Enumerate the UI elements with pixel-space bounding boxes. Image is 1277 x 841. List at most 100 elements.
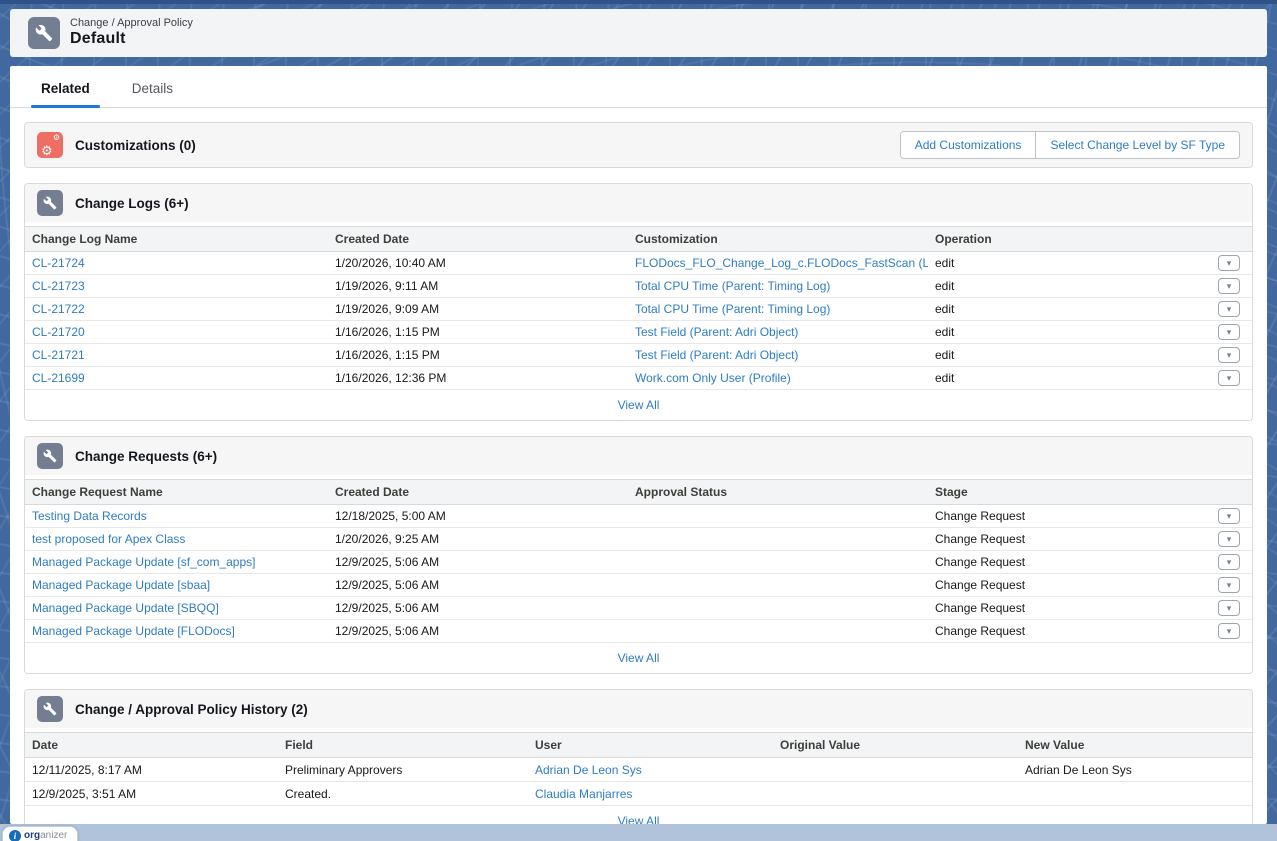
customization-link[interactable]: FLODocs_FLO_Change_Log_c.FLODocs_FastSca… (635, 256, 928, 270)
table-row: Managed Package Update [SBQQ] 12/9/2025,… (25, 597, 1252, 620)
date-cell: 12/9/2025, 3:51 AM (25, 787, 278, 801)
customization-link[interactable]: Work.com Only User (Profile) (635, 371, 791, 385)
created-date-cell: 1/19/2026, 9:11 AM (328, 279, 628, 293)
customization-link[interactable]: Test Field (Parent: Adri Object) (635, 348, 798, 362)
table-row: Managed Package Update [FLODocs] 12/9/20… (25, 620, 1252, 643)
table-row: 12/11/2025, 8:17 AM Preliminary Approver… (25, 758, 1252, 782)
policy-history-title: Change / Approval Policy History (2) (75, 702, 308, 717)
tab-details[interactable]: Details (122, 81, 183, 107)
table-row: CL-21721 1/16/2026, 1:15 PM Test Field (… (25, 344, 1252, 367)
wrench-icon (37, 443, 63, 469)
row-actions-button[interactable]: ▾ (1218, 255, 1240, 271)
view-all-link[interactable]: View All (618, 814, 660, 824)
customizations-card: ⚙ ⚙ Customizations (0) Add Customization… (24, 122, 1253, 168)
stage-cell: Change Request (928, 601, 1200, 615)
change-log-link[interactable]: CL-21720 (32, 325, 85, 339)
change-log-link[interactable]: CL-21722 (32, 302, 85, 316)
operation-cell: edit (928, 348, 1200, 362)
created-date-cell: 1/19/2026, 9:09 AM (328, 302, 628, 316)
change-request-link[interactable]: Managed Package Update [FLODocs] (32, 624, 235, 638)
table-row: Managed Package Update [sf_com_apps] 12/… (25, 551, 1252, 574)
chevron-down-icon: ▾ (1227, 512, 1232, 521)
column-header: Created Date (328, 485, 628, 499)
change-request-link[interactable]: Managed Package Update [sbaa] (32, 578, 210, 592)
created-date-cell: 1/20/2026, 10:40 AM (328, 256, 628, 270)
row-actions-button[interactable]: ▾ (1218, 600, 1240, 616)
change-requests-card: Change Requests (6+) Change Request Name… (24, 436, 1253, 674)
user-link[interactable]: Claudia Manjarres (535, 787, 632, 801)
customizations-title: Customizations (0) (75, 138, 196, 153)
date-cell: 12/11/2025, 8:17 AM (25, 763, 278, 777)
column-header: New Value (1018, 738, 1252, 752)
change-request-link[interactable]: Managed Package Update [sf_com_apps] (32, 555, 255, 569)
field-cell: Preliminary Approvers (278, 763, 528, 777)
view-all-link[interactable]: View All (618, 651, 660, 665)
row-actions-button[interactable]: ▾ (1218, 508, 1240, 524)
organizer-label: organizer (24, 831, 67, 841)
user-link[interactable]: Adrian De Leon Sys (535, 763, 642, 777)
change-request-link[interactable]: Managed Package Update [SBQQ] (32, 601, 219, 615)
customization-link[interactable]: Total CPU Time (Parent: Timing Log) (635, 279, 830, 293)
change-log-link[interactable]: CL-21723 (32, 279, 85, 293)
change-logs-header-row: Change Log Name Created Date Customizati… (25, 226, 1252, 252)
created-date-cell: 12/9/2025, 5:06 AM (328, 555, 628, 569)
tab-related[interactable]: Related (31, 81, 100, 107)
policy-history-header-row: Date Field User Original Value New Value (25, 732, 1252, 758)
customization-link[interactable]: Total CPU Time (Parent: Timing Log) (635, 302, 830, 316)
created-date-cell: 12/9/2025, 5:06 AM (328, 578, 628, 592)
chevron-down-icon: ▾ (1227, 627, 1232, 636)
row-actions-button[interactable]: ▾ (1218, 531, 1240, 547)
chevron-down-icon: ▾ (1227, 259, 1232, 268)
table-row: Testing Data Records 12/18/2025, 5:00 AM… (25, 505, 1252, 528)
created-date-cell: 12/9/2025, 5:06 AM (328, 624, 628, 638)
change-log-link[interactable]: CL-21699 (32, 371, 85, 385)
table-row: Managed Package Update [sbaa] 12/9/2025,… (25, 574, 1252, 597)
column-header: Created Date (328, 232, 628, 246)
page-title: Default (70, 30, 193, 48)
change-log-link[interactable]: CL-21724 (32, 256, 85, 270)
new-value-cell: Adrian De Leon Sys (1018, 763, 1252, 777)
change-log-link[interactable]: CL-21721 (32, 348, 85, 362)
operation-cell: edit (928, 371, 1200, 385)
wrench-icon (37, 190, 63, 216)
row-actions-button[interactable]: ▾ (1218, 347, 1240, 363)
change-logs-card: Change Logs (6+) Change Log Name Created… (24, 183, 1253, 421)
select-change-level-button[interactable]: Select Change Level by SF Type (1035, 132, 1239, 158)
change-request-link[interactable]: Testing Data Records (32, 509, 147, 523)
wrench-icon (37, 696, 63, 722)
view-all-link[interactable]: View All (618, 398, 660, 412)
column-header: Field (278, 738, 528, 752)
operation-cell: edit (928, 279, 1200, 293)
column-header: Operation (928, 232, 1200, 246)
row-actions-button[interactable]: ▾ (1218, 554, 1240, 570)
chevron-down-icon: ▾ (1227, 535, 1232, 544)
row-actions-button[interactable]: ▾ (1218, 577, 1240, 593)
row-actions-button[interactable]: ▾ (1218, 623, 1240, 639)
table-row: CL-21720 1/16/2026, 1:15 PM Test Field (… (25, 321, 1252, 344)
customization-link[interactable]: Test Field (Parent: Adri Object) (635, 325, 798, 339)
table-row: CL-21722 1/19/2026, 9:09 AM Total CPU Ti… (25, 298, 1252, 321)
main-panel: Related Details ⚙ ⚙ Customizations (0) A… (10, 66, 1267, 824)
add-customizations-button[interactable]: Add Customizations (901, 132, 1036, 158)
table-row: 12/9/2025, 3:51 AM Created. Claudia Manj… (25, 782, 1252, 806)
tab-bar: Related Details (10, 66, 1267, 108)
change-requests-header-row: Change Request Name Created Date Approva… (25, 479, 1252, 505)
column-header: Stage (928, 485, 1200, 499)
wrench-icon (28, 17, 60, 49)
column-header: Approval Status (628, 485, 928, 499)
operation-cell: edit (928, 325, 1200, 339)
chevron-down-icon: ▾ (1227, 558, 1232, 567)
stage-cell: Change Request (928, 624, 1200, 638)
info-icon: i (9, 830, 21, 841)
row-actions-button[interactable]: ▾ (1218, 324, 1240, 340)
customizations-button-group: Add Customizations Select Change Level b… (900, 131, 1240, 159)
stage-cell: Change Request (928, 509, 1200, 523)
chevron-down-icon: ▾ (1227, 305, 1232, 314)
row-actions-button[interactable]: ▾ (1218, 301, 1240, 317)
row-actions-button[interactable]: ▾ (1218, 278, 1240, 294)
row-actions-button[interactable]: ▾ (1218, 370, 1240, 386)
created-date-cell: 1/16/2026, 1:15 PM (328, 348, 628, 362)
organizer-extension-tab[interactable]: i organizer (2, 826, 78, 841)
created-date-cell: 12/9/2025, 5:06 AM (328, 601, 628, 615)
change-request-link[interactable]: test proposed for Apex Class (32, 532, 185, 546)
